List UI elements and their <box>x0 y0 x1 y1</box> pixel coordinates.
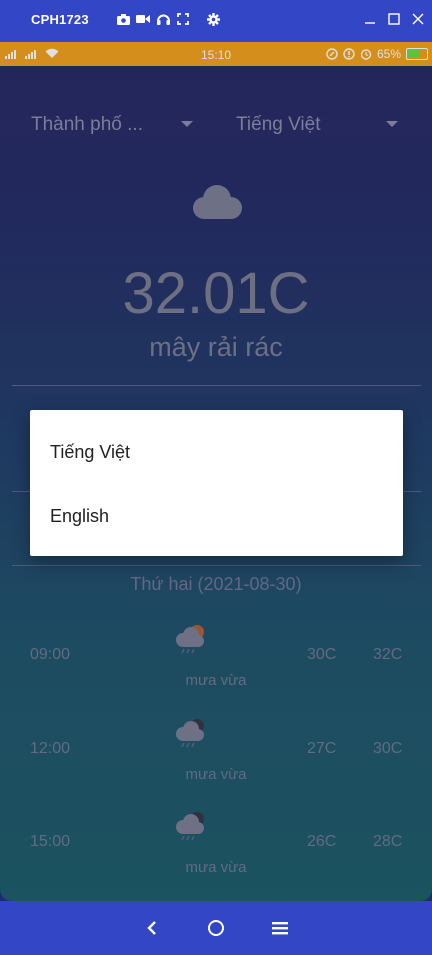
device-name: CPH1723 <box>31 12 89 27</box>
minimize-icon[interactable] <box>362 11 378 27</box>
language-dialog: Tiếng Việt English <box>30 410 403 556</box>
phone-screen: 15:10 65% Thành phố ... Tiếng Việt 32.01… <box>0 42 432 901</box>
host-toolbar <box>116 12 220 26</box>
navigation-bar <box>0 901 432 955</box>
fullscreen-icon[interactable] <box>176 12 190 26</box>
camera-icon[interactable] <box>116 12 130 26</box>
back-icon[interactable] <box>141 917 163 939</box>
gear-icon[interactable] <box>206 12 220 26</box>
headphones-icon[interactable] <box>156 12 170 26</box>
close-icon[interactable] <box>410 11 426 27</box>
menu-icon[interactable] <box>269 917 291 939</box>
language-option-english[interactable]: English <box>50 506 109 527</box>
host-title-bar: CPH1723 <box>0 0 432 42</box>
video-icon[interactable] <box>136 12 150 26</box>
language-option-vietnamese[interactable]: Tiếng Việt <box>50 442 130 463</box>
window-controls <box>362 11 426 27</box>
home-icon[interactable] <box>205 917 227 939</box>
maximize-icon[interactable] <box>386 11 402 27</box>
